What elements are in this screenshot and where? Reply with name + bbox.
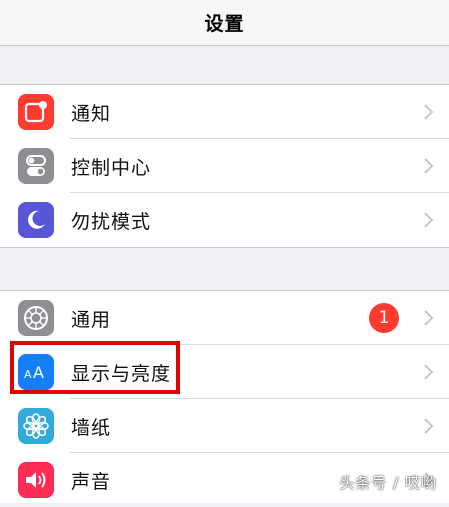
svg-text:A: A xyxy=(33,363,44,382)
settings-row-label: 声音 xyxy=(71,470,112,493)
notifications-icon xyxy=(18,94,54,130)
chevron-right-icon xyxy=(424,212,433,228)
settings-row-do-not-disturb[interactable]: 勿扰模式 xyxy=(0,193,449,247)
watermark: 头条号 / 哎哟 xyxy=(339,474,437,492)
control-center-icon xyxy=(18,148,54,184)
settings-row-notifications[interactable]: 通知 xyxy=(0,85,449,139)
settings-row-label: 通用 xyxy=(71,308,112,331)
settings-row-label: 控制中心 xyxy=(71,156,152,179)
settings-row-label: 勿扰模式 xyxy=(71,210,152,233)
settings-row-label: 墙纸 xyxy=(71,416,112,439)
chevron-right-icon xyxy=(424,418,433,434)
moon-icon xyxy=(18,202,54,238)
settings-row-general[interactable]: 通用 1 xyxy=(0,291,449,345)
settings-row-control-center[interactable]: 控制中心 xyxy=(0,139,449,193)
speaker-icon xyxy=(18,462,54,498)
settings-row-label: 通知 xyxy=(71,102,112,125)
chevron-right-icon xyxy=(424,310,433,326)
chevron-right-icon xyxy=(424,104,433,120)
settings-row-label: 显示与亮度 xyxy=(71,362,172,385)
notification-badge: 1 xyxy=(369,303,399,333)
svg-text:A: A xyxy=(24,368,32,381)
chevron-right-icon xyxy=(424,364,433,380)
navigation-bar: 设置 xyxy=(0,0,449,46)
chevron-right-icon xyxy=(424,158,433,174)
flower-icon xyxy=(18,408,54,444)
settings-row-wallpaper[interactable]: 墙纸 xyxy=(0,399,449,453)
settings-row-display-brightness[interactable]: A A 显示与亮度 xyxy=(0,345,449,399)
settings-group-1: 通知 控制中心 勿扰模式 xyxy=(0,84,449,248)
display-brightness-icon: A A xyxy=(18,354,54,390)
page-title: 设置 xyxy=(204,13,245,35)
gear-icon xyxy=(18,300,54,336)
